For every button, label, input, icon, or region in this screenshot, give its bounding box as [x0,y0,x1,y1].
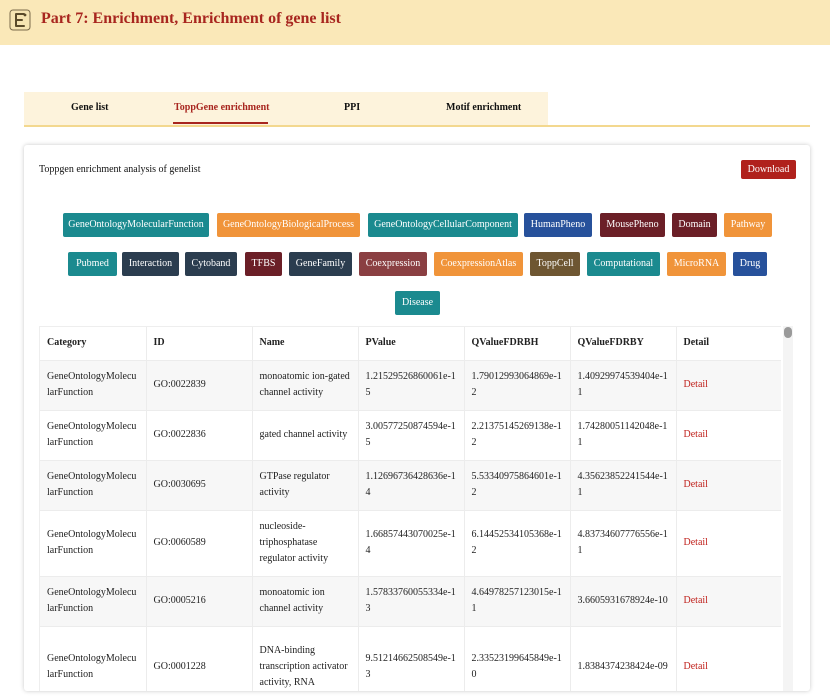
column-header-category[interactable]: Category [40,327,147,361]
category-button-microrna[interactable]: MicroRNA [667,252,726,276]
detail-link[interactable]: Detail [676,360,781,411]
category-cell: GeneOntologyMolecularFunction [40,360,147,411]
category-cell: GeneOntologyMolecularFunction [40,510,147,577]
id-cell: GO:0001228 [146,626,253,691]
qvaluefdrby-cell: 3.6605931678924e-10 [570,576,677,627]
category-button-geneontologymolecularfunction[interactable]: GeneOntologyMolecularFunction [63,213,209,237]
category-button-geneontologycellularcomponent[interactable]: GeneOntologyCellularComponent [368,213,518,237]
tab-motif-enrichment[interactable]: Motif enrichment [446,102,521,113]
active-tab-indicator [173,122,268,124]
category-button-geneontologybiologicalprocess[interactable]: GeneOntologyBiologicalProcess [217,213,360,237]
category-button-coexpressionatlas[interactable]: CoexpressionAtlas [434,252,523,276]
tab-ppi[interactable]: PPI [344,102,360,113]
detail-link[interactable]: Detail [676,576,781,627]
detail-link[interactable]: Detail [676,626,781,691]
table-row: GeneOntologyMolecularFunction GO:0022839 m… [40,360,781,411]
table-scrollbar[interactable] [783,326,793,691]
category-button-disease[interactable]: Disease [395,291,440,315]
id-cell: GO:0022836 [146,410,253,461]
pvalue-cell: 1.66857443070025e-14 [358,510,465,577]
column-header-id[interactable]: ID [146,327,253,361]
table-header-row: Category ID Name PValue QValueFDRBH QVal… [40,327,781,361]
column-header-detail: Detail [676,327,781,361]
name-cell: monoatomic ion-gated channel activity [252,360,359,411]
qvaluefdrby-cell: 1.74280051142048e-11 [570,410,677,461]
download-button[interactable]: Download [741,160,796,179]
qvaluefdrbh-cell: 2.21375145269138e-12 [464,410,571,461]
qvaluefdrby-cell: 1.8384374238424e-09 [570,626,677,691]
category-button-interaction[interactable]: Interaction [122,252,179,276]
table-row: GeneOntologyMolecularFunction GO:0030695 G… [40,460,781,511]
name-cell: gated channel activity [252,410,359,461]
name-cell: DNA-binding transcription activator acti… [252,626,359,691]
table-row: GeneOntologyMolecularFunction GO:0001228 D… [40,626,781,691]
page-header: Part 7: Enrichment, Enrichment of gene l… [0,0,830,45]
column-header-pvalue[interactable]: PValue [358,327,465,361]
results-table: Category ID Name PValue QValueFDRBH QVal… [40,327,781,691]
detail-link[interactable]: Detail [676,510,781,577]
qvaluefdrbh-cell: 6.14452534105368e-12 [464,510,571,577]
qvaluefdrbh-cell: 2.33523199645849e-10 [464,626,571,691]
category-button-tfbs[interactable]: TFBS [245,252,282,276]
category-button-genefamily[interactable]: GeneFamily [289,252,352,276]
table-body: GeneOntologyMolecularFunction GO:0022839 m… [40,360,781,691]
table-row: GeneOntologyMolecularFunction GO:0060589 n… [40,510,781,577]
detail-link[interactable]: Detail [676,410,781,461]
pvalue-cell: 3.00577250874594e-15 [358,410,465,461]
card-title: Toppgen enrichment analysis of genelist [39,164,201,175]
pvalue-cell: 1.21529526860061e-15 [358,360,465,411]
category-button-domain[interactable]: Domain [672,213,717,237]
pvalue-cell: 1.57833760055334e-13 [358,576,465,627]
table-row: GeneOntologyMolecularFunction GO:0022836 g… [40,410,781,461]
detail-link[interactable]: Detail [676,460,781,511]
column-header-qvaluefdrbh[interactable]: QValueFDRBH [464,327,571,361]
category-cell: GeneOntologyMolecularFunction [40,576,147,627]
category-button-drug[interactable]: Drug [733,252,767,276]
id-cell: GO:0060589 [146,510,253,577]
category-button-pubmed[interactable]: Pubmed [68,252,117,276]
enrichment-card: Toppgen enrichment analysis of genelist … [24,145,810,691]
qvaluefdrbh-cell: 1.79012993064869e-12 [464,360,571,411]
category-cell: GeneOntologyMolecularFunction [40,410,147,461]
qvaluefdrby-cell: 1.40929974539404e-11 [570,360,677,411]
category-cell: GeneOntologyMolecularFunction [40,626,147,691]
qvaluefdrbh-cell: 5.53340975864601e-12 [464,460,571,511]
id-cell: GO:0030695 [146,460,253,511]
pvalue-cell: 9.51214662508549e-13 [358,626,465,691]
scrollbar-thumb[interactable] [784,327,792,338]
category-button-cytoband[interactable]: Cytoband [185,252,237,276]
category-button-pathway[interactable]: Pathway [724,213,772,237]
column-header-qvaluefdrby[interactable]: QValueFDRBY [570,327,677,361]
tab-bar-divider [24,125,810,127]
name-cell: nucleoside-triphosphatase regulator acti… [252,510,359,577]
category-button-mousepheno[interactable]: MousePheno [600,213,665,237]
id-cell: GO:0005216 [146,576,253,627]
category-button-coexpression[interactable]: Coexpression [359,252,427,276]
table-row: GeneOntologyMolecularFunction GO:0005216 m… [40,576,781,627]
tab-gene-list[interactable]: Gene list [71,102,109,113]
page-title: Part 7: Enrichment, Enrichment of gene l… [41,10,341,27]
category-button-toppcell[interactable]: ToppCell [530,252,580,276]
category-cell: GeneOntologyMolecularFunction [40,460,147,511]
column-header-name[interactable]: Name [252,327,359,361]
category-button-humanpheno[interactable]: HumanPheno [524,213,592,237]
name-cell: GTPase regulator activity [252,460,359,511]
tab-toppgene-enrichment[interactable]: ToppGene enrichment [174,102,269,113]
pvalue-cell: 1.12696736428636e-14 [358,460,465,511]
qvaluefdrby-cell: 4.83734607776556e-11 [570,510,677,577]
id-cell: GO:0022839 [146,360,253,411]
letter-E-logo-icon [9,9,31,31]
results-table-container: Category ID Name PValue QValueFDRBH QVal… [39,326,781,691]
qvaluefdrbh-cell: 4.64978257123015e-11 [464,576,571,627]
name-cell: monoatomic ion channel activity [252,576,359,627]
qvaluefdrby-cell: 4.35623852241544e-11 [570,460,677,511]
category-button-computational[interactable]: Computational [587,252,660,276]
